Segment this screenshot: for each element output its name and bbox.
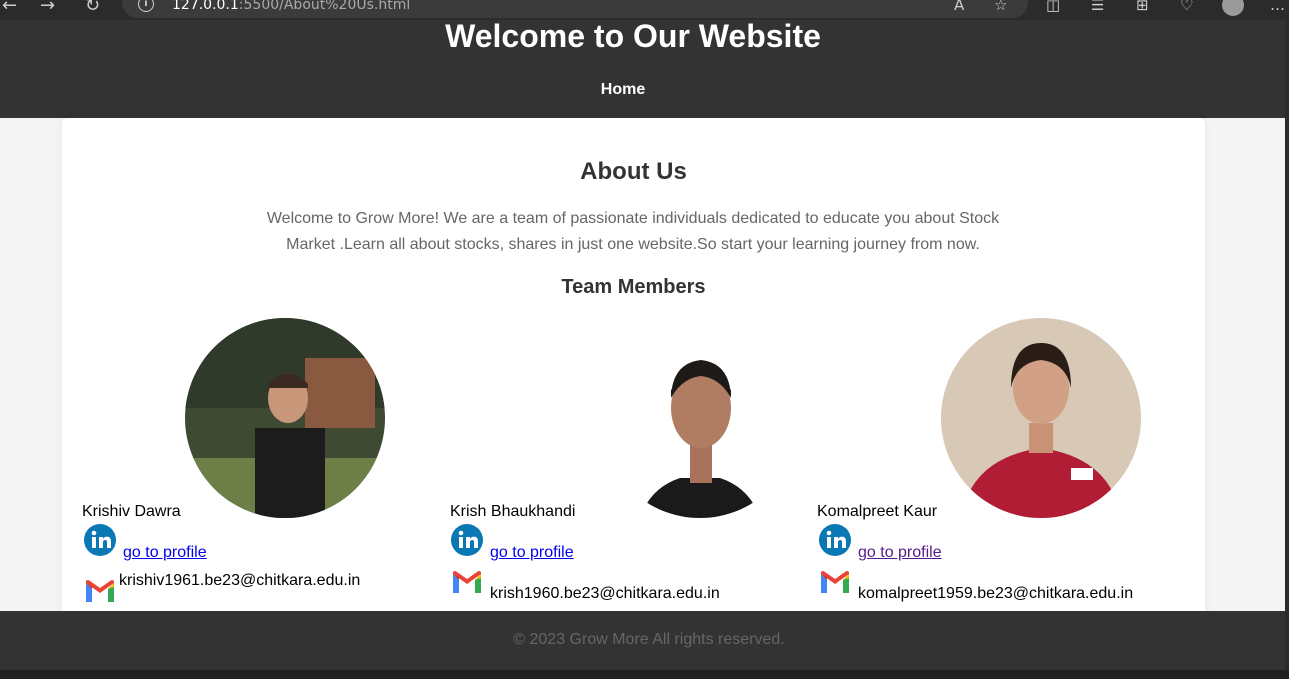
member-email: krish1960.be23@chitkara.edu.in: [490, 585, 720, 602]
site-title: Welcome to Our Website: [445, 18, 821, 54]
collections-icon[interactable]: ⊞: [1136, 0, 1149, 14]
footer-copyright: © 2023 Grow More All rights reserved.: [513, 631, 785, 648]
linkedin-icon[interactable]: [84, 524, 116, 556]
nav-link-home[interactable]: Home: [601, 81, 645, 98]
refresh-icon[interactable]: ↻: [85, 0, 100, 16]
team-heading: Team Members: [561, 276, 706, 298]
read-aloud-icon[interactable]: A: [954, 0, 964, 14]
about-heading: About Us: [580, 158, 687, 185]
profile-icon[interactable]: [1222, 0, 1244, 16]
member-email: komalpreet1959.be23@chitkara.edu.in: [858, 585, 1134, 602]
gmail-icon: [86, 580, 114, 602]
about-intro: Welcome to Grow More! We are a team of p…: [266, 210, 1000, 253]
profile-link[interactable]: go to profile: [123, 544, 207, 562]
member-name: Komalpreet Kaur: [817, 503, 938, 520]
split-screen-icon[interactable]: ◫: [1046, 0, 1060, 14]
gmail-icon: [821, 571, 849, 593]
linkedin-icon[interactable]: [451, 524, 483, 556]
about-card: About Us Welcome to Grow More! We are a …: [62, 118, 1205, 618]
browser-toolbar: ← → ↻ i 127.0.0.1:5500/About%20Us.html A…: [0, 0, 1289, 20]
favorites-list-icon[interactable]: ☰: [1091, 0, 1104, 14]
extensions-icon[interactable]: ♡: [1180, 0, 1193, 14]
member-photo-krish: [600, 318, 800, 518]
site-header: Welcome to Our Website Home: [0, 20, 1285, 118]
forward-icon[interactable]: →: [40, 0, 55, 16]
favorite-icon[interactable]: ☆: [994, 0, 1007, 14]
site-footer: © 2023 Grow More All rights reserved.: [0, 611, 1285, 670]
member-email: krishiv1961.be23@chitkara.edu.in: [119, 572, 361, 589]
window-edge: [1285, 20, 1289, 670]
member-name: Krishiv Dawra: [82, 503, 181, 520]
linkedin-icon[interactable]: [819, 524, 851, 556]
main-nav: Home: [0, 81, 1246, 99]
more-icon[interactable]: …: [1270, 0, 1285, 14]
address-url[interactable]: 127.0.0.1:5500/About%20Us.html: [172, 0, 410, 14]
member-photo-krishiv: [185, 318, 385, 518]
profile-link[interactable]: go to profile: [858, 544, 942, 562]
member-name: Krish Bhaukhandi: [450, 503, 576, 520]
window-bottom-edge: [0, 670, 1289, 679]
profile-link[interactable]: go to profile: [490, 544, 574, 562]
gmail-icon: [453, 571, 481, 593]
back-icon[interactable]: ←: [2, 0, 17, 16]
member-photo-komalpreet: [941, 318, 1141, 518]
